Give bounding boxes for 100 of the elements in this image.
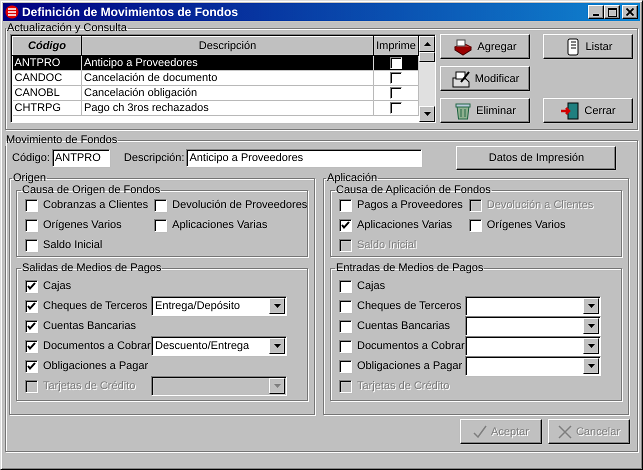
group-title: Causa de Origen de Fondos xyxy=(21,184,162,196)
checkbox-label[interactable]: Aplicaciones Varias xyxy=(357,219,452,231)
checkbox[interactable] xyxy=(25,360,38,372)
exit-door-icon xyxy=(560,102,580,120)
checkbox-label[interactable]: Orígenes Varios xyxy=(43,219,122,231)
checkbox[interactable] xyxy=(25,238,38,252)
table-cell: CANDOC xyxy=(12,70,82,86)
checkbox[interactable] xyxy=(154,218,168,232)
scroll-up-icon[interactable] xyxy=(419,36,435,52)
checkbox[interactable] xyxy=(339,218,352,232)
table-cell: CHTRPG xyxy=(12,100,82,116)
checkbox-label[interactable]: Aplicaciones Varias xyxy=(172,219,268,231)
table-cell: Cancelación obligación xyxy=(82,86,374,100)
checkbox[interactable] xyxy=(339,300,352,312)
checkbox[interactable] xyxy=(339,340,352,352)
check-icon xyxy=(27,302,36,310)
checkbox[interactable] xyxy=(339,360,352,372)
checkbox[interactable] xyxy=(390,87,402,100)
column-header[interactable]: Código xyxy=(12,36,82,56)
table-cell: ANTPRO xyxy=(12,56,82,70)
checkbox[interactable] xyxy=(390,57,402,70)
table-row[interactable]: CHTRPG Pago ch 3ros rechazados xyxy=(12,100,418,116)
table-cell: Anticipo a Proveedores xyxy=(82,56,374,70)
checkbox-label[interactable]: Saldo Inicial xyxy=(43,239,102,251)
checkbox[interactable] xyxy=(339,280,352,292)
scrollbar[interactable] xyxy=(419,36,435,122)
group-title: Origen xyxy=(12,172,48,184)
checkbox[interactable] xyxy=(468,218,482,232)
check-icon xyxy=(27,342,36,350)
checkbox[interactable] xyxy=(25,280,38,292)
minimize-button[interactable] xyxy=(588,5,604,19)
table-row[interactable]: CANDOC Cancelación de documento xyxy=(12,70,418,86)
checkbox[interactable] xyxy=(154,198,168,212)
scroll-down-icon[interactable] xyxy=(419,106,435,122)
table-cell: Cancelación de documento xyxy=(82,70,374,86)
action-button[interactable]: Agregar xyxy=(440,34,530,59)
checkbox-label[interactable]: Cuentas Bancarias xyxy=(357,320,450,332)
group-title: Causa de Aplicación de Fondos xyxy=(335,184,492,196)
dropdown[interactable] xyxy=(465,316,601,336)
group-title: Entradas de Medios de Pagos xyxy=(335,262,484,274)
action-button[interactable]: Listar xyxy=(543,34,633,59)
column-header[interactable]: Descripción xyxy=(82,36,374,56)
checkbox-label[interactable]: Documentos a Cobrar xyxy=(357,340,465,352)
checkbox[interactable] xyxy=(25,198,38,212)
dropdown[interactable] xyxy=(465,296,601,316)
checkbox-label[interactable]: Devolución de Proveedores xyxy=(172,199,308,211)
action-button[interactable]: Modificar xyxy=(440,66,530,91)
maximize-button[interactable] xyxy=(604,5,620,19)
checkbox[interactable] xyxy=(25,340,38,352)
field-label: Descripción: xyxy=(124,152,184,164)
checkbox[interactable] xyxy=(25,320,38,332)
dropdown[interactable]: Entrega/Depósito xyxy=(151,296,287,316)
checkbox-label[interactable]: Cajas xyxy=(357,280,386,292)
dropdown[interactable] xyxy=(465,356,601,376)
maximize-icon xyxy=(608,8,616,16)
checkbox[interactable] xyxy=(390,102,402,114)
checkbox-label[interactable]: Documentos a Cobrar xyxy=(43,340,151,352)
dropdown[interactable]: Descuento/Entrega xyxy=(151,336,287,356)
checkbox-label[interactable]: Pagos a Proveedores xyxy=(357,199,463,211)
column-header[interactable]: Imprime xyxy=(374,36,418,56)
checkbox-label[interactable]: Orígenes Varios xyxy=(486,219,566,231)
checkbox-label[interactable]: Cobranzas a Clientes xyxy=(43,199,148,211)
trash-icon xyxy=(454,102,472,120)
table-cell: Pago ch 3ros rechazados xyxy=(82,100,374,116)
close-button[interactable] xyxy=(622,5,638,19)
checkbox[interactable] xyxy=(25,300,38,312)
checkbox-label[interactable]: Cuentas Bancarias xyxy=(43,320,136,332)
window-title: Definición de Movimientos de Fondos xyxy=(22,5,240,19)
tray-icon xyxy=(453,38,474,56)
field-label: Código: xyxy=(12,152,50,164)
group-title: Salidas de Medios de Pagos xyxy=(21,262,162,274)
checkbox[interactable] xyxy=(390,72,402,84)
group-title: Movimiento de Fondos xyxy=(5,134,118,146)
table-cell: CANOBL xyxy=(12,86,82,100)
input-field[interactable]: Anticipo a Proveedores xyxy=(186,149,422,167)
dropdown[interactable] xyxy=(465,336,601,356)
checkbox-label[interactable]: Cajas xyxy=(43,280,72,292)
checkbox-label[interactable]: Obligaciones a Pagar xyxy=(357,360,462,372)
edit-icon xyxy=(450,70,471,88)
cross-icon xyxy=(558,424,572,438)
checkbox[interactable] xyxy=(25,218,38,232)
scrollbar-thumb[interactable] xyxy=(419,52,435,62)
checkbox-label[interactable]: Cheques de Terceros xyxy=(357,300,462,312)
action-button[interactable]: Eliminar xyxy=(440,98,530,123)
checkbox-label[interactable]: Cheques de Terceros xyxy=(43,300,148,312)
check-icon xyxy=(341,220,350,230)
checkbox[interactable] xyxy=(339,198,352,212)
table-row[interactable]: ANTPRO Anticipo a Proveedores xyxy=(12,56,418,70)
print-data-button[interactable]: Datos de Impresión xyxy=(456,146,616,170)
group-title: Aplicación xyxy=(326,172,378,184)
app-logo-icon xyxy=(5,5,19,19)
checkbox[interactable] xyxy=(339,320,352,332)
checkbox-label[interactable]: Obligaciones a Pagar xyxy=(43,360,148,372)
check-icon xyxy=(473,424,488,438)
check-icon xyxy=(27,362,36,370)
group-title: Actualización y Consulta xyxy=(6,22,128,34)
input-field[interactable]: ANTPRO xyxy=(52,149,110,167)
table-row[interactable]: CANOBL Cancelación obligación xyxy=(12,86,418,100)
check-icon xyxy=(27,282,36,290)
action-button[interactable]: Cerrar xyxy=(543,98,633,123)
